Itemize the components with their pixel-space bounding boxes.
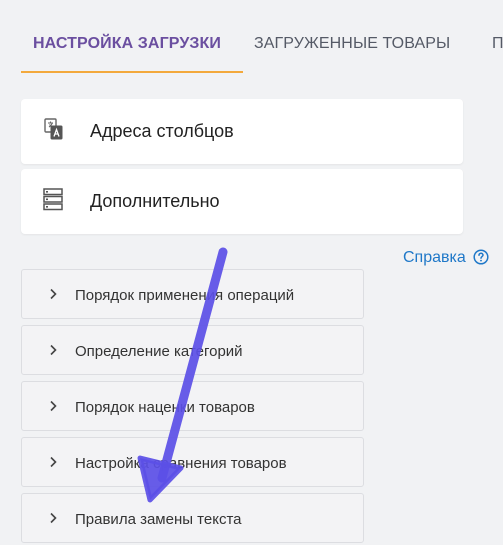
tab-uploaded-products[interactable]: ЗАГРУЖЕННЫЕ ТОВАРЫ (254, 35, 450, 53)
chevron-right-icon (48, 287, 58, 300)
accordion-label: Правила замены текста (75, 511, 242, 528)
question-circle-icon (473, 249, 489, 270)
tab-bar: НАСТРОЙКА ЗАГРУЗКИ ЗАГРУЖЕННЫЕ ТОВАРЫ П (0, 0, 503, 74)
additional-label: Дополнительно (90, 191, 220, 211)
accordion-label: Настройка сравнения товаров (75, 455, 287, 472)
tab-next[interactable]: П (492, 35, 503, 53)
accordion-label: Порядок наценки товаров (75, 399, 255, 416)
help-link[interactable]: Справка (403, 249, 489, 270)
accordion-category-detection[interactable]: Определение категорий (21, 325, 364, 375)
accordion-markup-order[interactable]: Порядок наценки товаров (21, 381, 364, 431)
chevron-right-icon (48, 343, 58, 356)
chevron-right-icon (48, 399, 58, 412)
active-tab-indicator (21, 71, 243, 73)
help-label: Справка (403, 249, 466, 266)
translate-icon (41, 117, 65, 141)
accordion-product-comparison[interactable]: Настройка сравнения товаров (21, 437, 364, 487)
tab-upload-settings[interactable]: НАСТРОЙКА ЗАГРУЗКИ (33, 35, 221, 53)
accordion-label: Определение категорий (75, 343, 243, 360)
accordion-operations-order[interactable]: Порядок применения операций (21, 269, 364, 319)
chevron-right-icon (48, 455, 58, 468)
server-icon (41, 187, 65, 211)
accordion-text-replacement-rules[interactable]: Правила замены текста (21, 493, 364, 543)
accordion-label: Порядок применения операций (75, 287, 295, 304)
additional-card[interactable]: Дополнительно (21, 169, 463, 234)
column-addresses-card[interactable]: Адреса столбцов (21, 99, 463, 164)
column-addresses-label: Адреса столбцов (90, 121, 234, 141)
chevron-right-icon (48, 511, 58, 524)
